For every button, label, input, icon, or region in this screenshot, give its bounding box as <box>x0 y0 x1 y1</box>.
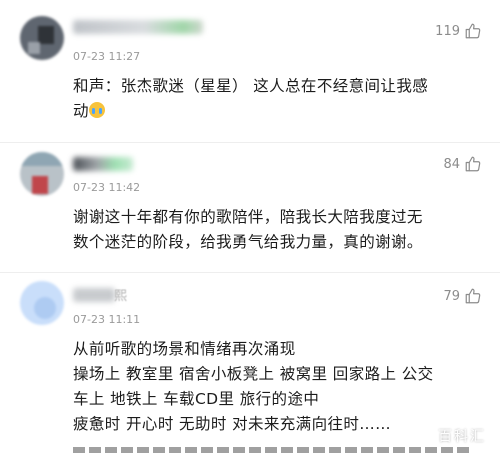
comment-time: 07-23 11:27 <box>73 50 140 63</box>
thumbs-up-icon <box>464 22 482 40</box>
avatar[interactable] <box>20 281 64 325</box>
username-blurred[interactable] <box>73 288 115 302</box>
like-count: 79 <box>443 289 460 304</box>
avatar[interactable] <box>20 152 64 196</box>
thumbs-up-icon <box>464 155 482 173</box>
comment-time: 07-23 11:11 <box>73 313 140 326</box>
like-button[interactable]: 84 <box>443 155 482 173</box>
comment-text: 和声：张杰歌迷（星星） 这人总在不经意间让我感 动 <box>73 74 483 124</box>
crying-face-icon <box>89 102 105 118</box>
like-count: 119 <box>435 24 460 39</box>
like-button[interactable]: 79 <box>443 287 482 305</box>
comment-text: 从前听歌的场景和情绪再次涌现 操场上 教室里 宿舍小板凳上 被窝里 回家路上 公… <box>73 337 483 437</box>
comment-1: 07-23 11:27 119 和声：张杰歌迷（星星） 这人总在不经意间让我感 … <box>0 0 500 140</box>
avatar[interactable] <box>20 16 64 60</box>
comment-3: 熙 07-23 11:11 79 从前听歌的场景和情绪再次涌现 操场上 教室里 … <box>0 273 500 452</box>
username-blurred[interactable] <box>73 157 133 171</box>
like-button[interactable]: 119 <box>435 22 482 40</box>
like-count: 84 <box>443 157 460 172</box>
comment-2: 07-23 11:42 84 谢谢这十年都有你的歌陪伴，陪我长大陪我度过无 数个… <box>0 143 500 273</box>
watermark: 百科汇 <box>438 426 486 446</box>
username-fragment: 熙 <box>114 285 127 304</box>
comment-text: 谢谢这十年都有你的歌陪伴，陪我长大陪我度过无 数个迷茫的阶段，给我勇气给我力量，… <box>73 205 483 255</box>
username-blurred[interactable] <box>73 20 203 34</box>
thumbs-up-icon <box>464 287 482 305</box>
comment-time: 07-23 11:42 <box>73 181 140 194</box>
